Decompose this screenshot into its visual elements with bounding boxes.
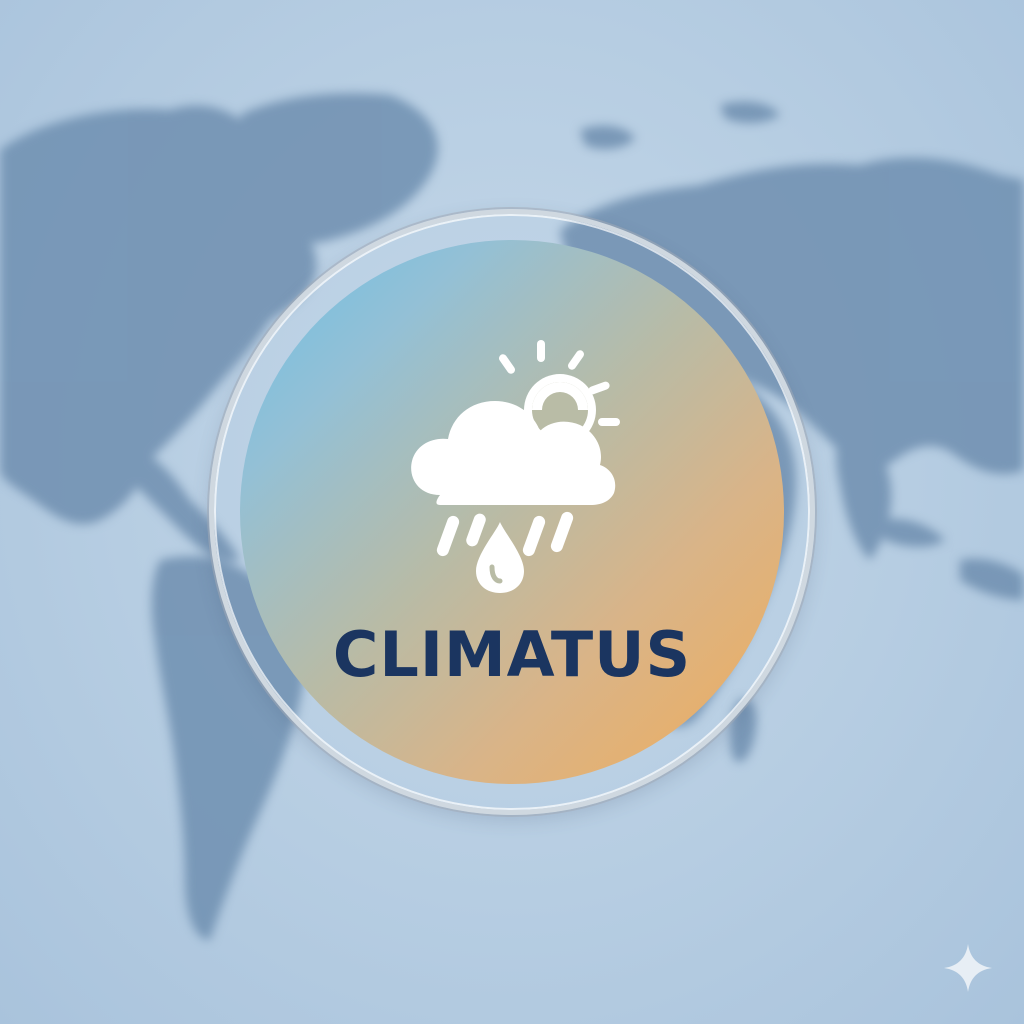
cloud-sun-rain-icon bbox=[411, 340, 620, 593]
logo-canvas: CLIMATUS bbox=[0, 0, 1024, 1024]
brand-name: CLIMATUS bbox=[332, 618, 692, 691]
sparkle-icon bbox=[944, 944, 992, 992]
